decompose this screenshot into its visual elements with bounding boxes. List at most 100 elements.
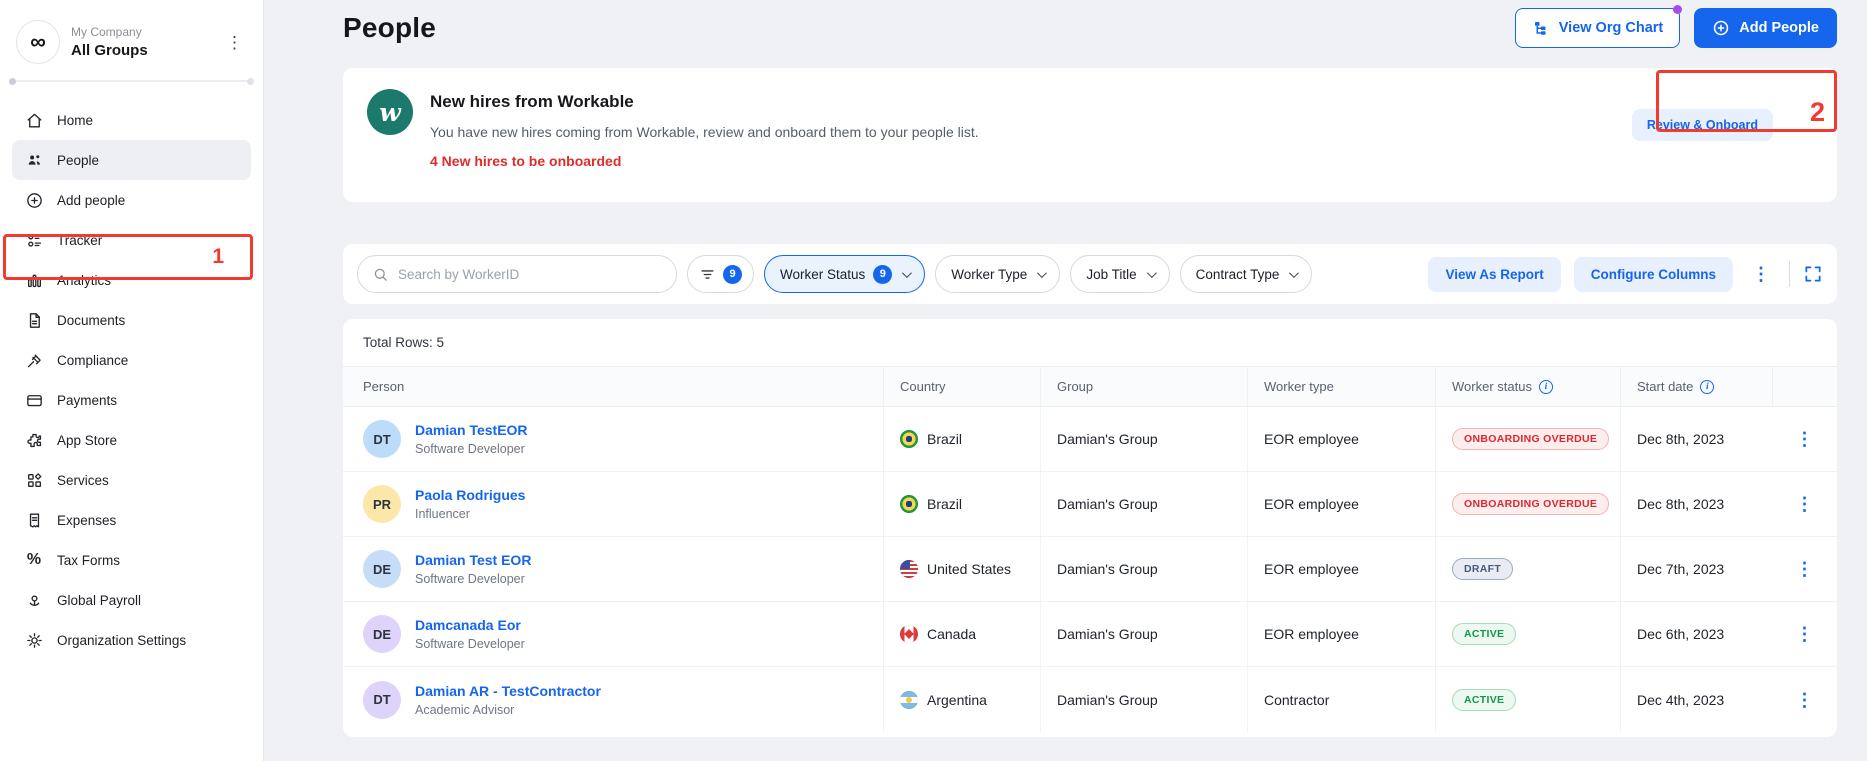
country-cell: Argentina [883, 667, 1040, 732]
row-kebab-icon[interactable]: ⋮ [1790, 623, 1820, 645]
row-actions-cell: ⋮ [1772, 472, 1837, 536]
org-switcher[interactable]: ∞ My Company All Groups ⋮ [16, 20, 249, 64]
add-people-label: Add People [1739, 20, 1819, 36]
avatar: DT [363, 420, 401, 458]
sidebar-item-home[interactable]: Home [12, 100, 251, 140]
flag-icon-ca [900, 625, 918, 643]
person-name-link[interactable]: Paola Rodrigues [415, 487, 525, 503]
filter-pill-worker-type[interactable]: Worker Type [935, 255, 1061, 293]
page-header: People View Org Chart Add People [343, 5, 1837, 48]
row-kebab-icon[interactable]: ⋮ [1790, 493, 1820, 515]
org-menu-kebab-icon[interactable]: ⋮ [220, 30, 249, 55]
column-header-group: Group [1040, 367, 1247, 406]
country-label: United States [927, 561, 1012, 577]
sidebar-item-organization-settings[interactable]: Organization Settings [12, 620, 251, 660]
sidebar-item-label: Home [57, 112, 94, 128]
sidebar-item-global-payroll[interactable]: Global Payroll [12, 580, 251, 620]
sidebar-item-documents[interactable]: Documents [12, 300, 251, 340]
start-date-cell: Dec 6th, 2023 [1620, 602, 1772, 666]
sidebar-item-add-people[interactable]: Add people [12, 180, 251, 220]
sidebar-item-analytics[interactable]: Analytics [12, 260, 251, 300]
fullscreen-icon[interactable] [1803, 264, 1823, 284]
info-icon[interactable]: i [1700, 379, 1715, 394]
column-header-worker-status: Worker status i [1435, 367, 1620, 406]
sidebar-item-label: Organization Settings [57, 632, 187, 648]
add-circle-icon [24, 190, 44, 210]
global-payroll-icon [24, 590, 44, 610]
filter-count-badge: 9 [723, 264, 742, 284]
column-header-label: Worker status [1452, 379, 1532, 394]
banner-title: New hires from Workable [430, 92, 634, 111]
person-name-link[interactable]: Damian AR - TestContractor [415, 683, 601, 699]
review-onboard-button[interactable]: Review & Onboard [1631, 109, 1773, 141]
sidebar-item-label: Expenses [57, 512, 117, 528]
worker-type-cell: EOR employee [1247, 537, 1435, 601]
table-row[interactable]: DE Damcanada Eor Software Developer Canada D… [343, 602, 1837, 667]
app-store-icon [24, 430, 44, 450]
person-job-title: Software Developer [415, 637, 525, 651]
person-cell: DT Damian TestEOR Software Developer [343, 407, 883, 471]
row-kebab-icon[interactable]: ⋮ [1790, 689, 1820, 711]
expenses-icon [24, 510, 44, 530]
toolbar-right-actions: View As Report Configure Columns ⋮ [1428, 256, 1823, 292]
sidebar-item-payments[interactable]: Payments [12, 380, 251, 420]
sidebar-item-app-store[interactable]: App Store [12, 420, 251, 460]
sidebar-item-tracker[interactable]: Tracker [12, 220, 251, 260]
documents-icon [24, 310, 44, 330]
more-options-kebab-icon[interactable]: ⋮ [1746, 263, 1776, 285]
banner-text: New hires from Workable You have new hir… [430, 89, 979, 169]
banner-alert: 4 New hires to be onboarded [430, 153, 622, 169]
table-row[interactable]: DT Damian TestEOR Software Developer Brazil… [343, 407, 1837, 472]
view-org-chart-button[interactable]: View Org Chart [1514, 5, 1683, 48]
sidebar-item-compliance[interactable]: Compliance [12, 340, 251, 380]
row-actions-cell: ⋮ [1772, 537, 1837, 601]
table-row[interactable]: PR Paola Rodrigues Influencer Brazil Damian'… [343, 472, 1837, 537]
header-actions: View Org Chart Add People [1514, 5, 1837, 48]
sidebar-item-label: Documents [57, 312, 126, 328]
sidebar-item-services[interactable]: Services [12, 460, 251, 500]
filter-pill-contract-type[interactable]: Contract Type [1179, 255, 1313, 293]
worker-status-cell: ACTIVE [1435, 602, 1620, 666]
table-row[interactable]: DT Damian AR - TestContractor Academic Adv… [343, 667, 1837, 732]
settings-gear-icon [24, 630, 44, 650]
filter-pill-job-title[interactable]: Job Title [1070, 255, 1170, 293]
add-people-button[interactable]: Add People [1694, 8, 1837, 48]
status-badge: ONBOARDING OVERDUE [1452, 493, 1610, 515]
filter-count-button[interactable]: 9 [687, 255, 754, 293]
sidebar-item-label: Global Payroll [57, 592, 142, 608]
filter-pill-worker-status[interactable]: Worker Status 9 [764, 255, 926, 293]
column-header-country: Country [883, 367, 1040, 406]
row-actions-cell: ⋮ [1772, 407, 1837, 471]
sidebar-item-people[interactable]: People [12, 140, 251, 180]
person-job-title: Academic Advisor [415, 702, 515, 717]
info-icon[interactable]: i [1538, 379, 1553, 394]
row-actions-cell: ⋮ [1772, 602, 1837, 666]
table-body: DT Damian TestEOR Software Developer Brazil… [343, 407, 1837, 732]
person-cell: PR Paola Rodrigues Influencer [343, 472, 883, 536]
configure-columns-button[interactable]: Configure Columns [1573, 256, 1733, 292]
avatar: DE [363, 615, 401, 653]
filter-pills: Worker Status 9 Worker Type Job Title Contra… [764, 255, 1313, 293]
search-icon [374, 268, 387, 281]
status-badge: ACTIVE [1452, 623, 1517, 645]
person-name-link[interactable]: Damcanada Eor [415, 617, 525, 633]
person-text: Damian AR - TestContractor Academic Advis… [415, 683, 601, 717]
row-kebab-icon[interactable]: ⋮ [1790, 428, 1820, 450]
sidebar-item-expenses[interactable]: Expenses [12, 500, 251, 540]
worker-type-cell: Contractor [1247, 667, 1435, 732]
table-row[interactable]: DE Damian Test EOR Software Developer Unite… [343, 537, 1837, 602]
person-name-link[interactable]: Damian Test EOR [415, 552, 531, 568]
person-name-link[interactable]: Damian TestEOR [415, 422, 528, 438]
view-as-report-button[interactable]: View As Report [1428, 256, 1561, 292]
row-kebab-icon[interactable]: ⋮ [1790, 558, 1820, 580]
main-content: People View Org Chart Add People w New h… [264, 0, 1867, 761]
status-badge: ACTIVE [1452, 688, 1517, 711]
search-input-wrapper [357, 255, 677, 293]
person-cell: DE Damian Test EOR Software Developer [343, 537, 883, 601]
sidebar-item-tax-forms[interactable]: % Tax Forms [12, 540, 251, 580]
search-input[interactable] [398, 266, 662, 282]
company-logo-icon: ∞ [16, 20, 60, 64]
org-switcher-text: My Company All Groups [71, 25, 148, 59]
country-cell: Canada [883, 602, 1040, 666]
plus-circle-icon [1712, 19, 1730, 37]
